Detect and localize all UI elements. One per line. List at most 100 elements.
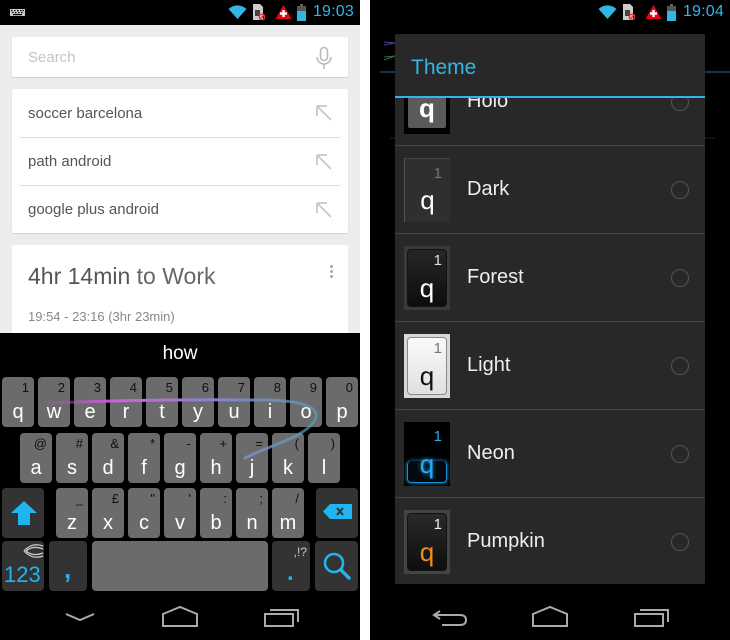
key-char: v [175, 512, 185, 534]
key-alt-char: # [75, 436, 83, 451]
comma-key[interactable]: , [49, 541, 87, 591]
fill-query-arrow-icon[interactable] [315, 201, 332, 218]
key-char: d [102, 457, 114, 479]
shift-key[interactable] [2, 488, 44, 538]
theme-name: Forest [467, 266, 524, 288]
theme-preview-dark: 1 q [404, 158, 450, 222]
key-f[interactable]: * f [128, 433, 160, 483]
key-char: s [67, 457, 77, 479]
period-key-alt: ,!? [293, 545, 307, 559]
home-icon[interactable] [530, 604, 570, 630]
theme-option-pumpkin[interactable]: 1 q Pumpkin [395, 498, 705, 584]
suggestion-item[interactable]: soccer barcelona [20, 89, 340, 137]
key-j[interactable]: = j [236, 433, 268, 483]
key-w[interactable]: 2w [38, 377, 70, 427]
key-char: k [283, 457, 293, 479]
key-l[interactable]: ) l [308, 433, 340, 483]
key-alt-char: 0 [345, 380, 353, 395]
key-alt-char: _ [75, 491, 83, 506]
key-k[interactable]: (k [272, 433, 304, 483]
key-char: b [210, 512, 222, 534]
backspace-key[interactable] [316, 488, 358, 538]
commute-card[interactable]: 4hr 14min to Work 19:54 - 23:16 (3hr 23m… [12, 245, 348, 345]
status-clock: 19:03 [312, 3, 354, 20]
theme-option-neon[interactable]: 1 q Neon [395, 410, 705, 498]
key-alt-char: £ [111, 491, 119, 506]
battery-icon [297, 4, 306, 21]
key-alt-char: 8 [273, 380, 281, 395]
key-char: c [139, 512, 149, 534]
key-char: r [122, 401, 130, 423]
theme-radio[interactable] [671, 533, 689, 551]
theme-dialog: Theme q Holo 1 q Dark 1 q Forest 1 q Lig… [395, 34, 705, 584]
theme-preview-forest: 1 q [404, 246, 450, 310]
key-b[interactable]: :b [200, 488, 232, 538]
fill-query-arrow-icon[interactable] [315, 104, 332, 121]
commute-title: 4hr 14min to Work [28, 263, 216, 290]
back-down-icon[interactable] [60, 604, 100, 630]
key-char: g [174, 457, 186, 479]
key-z[interactable]: _ z [56, 488, 88, 538]
key-alt-char: 2 [57, 380, 65, 395]
key-alt-char: & [110, 436, 119, 451]
key-m[interactable]: / m [272, 488, 304, 538]
commute-duration: 4hr 14min [28, 263, 131, 289]
key-y[interactable]: 6y [182, 377, 214, 427]
key-n[interactable]: ; n [236, 488, 268, 538]
suggestion-item[interactable]: google plus android [20, 185, 340, 233]
key-i[interactable]: 8i [254, 377, 286, 427]
back-icon[interactable] [430, 604, 470, 630]
theme-radio[interactable] [671, 357, 689, 375]
theme-name: Neon [467, 442, 515, 464]
key-o[interactable]: 9o [290, 377, 322, 427]
search-action-key[interactable] [315, 541, 358, 591]
battery-icon [667, 4, 676, 21]
swiftkey-logo-icon [23, 544, 44, 558]
home-icon[interactable] [160, 604, 200, 630]
key-x[interactable]: £ x [92, 488, 124, 538]
navigation-bar [0, 592, 360, 640]
alert-icon [645, 5, 662, 19]
theme-name: Dark [467, 178, 510, 200]
key-q[interactable]: 1q [2, 377, 34, 427]
key-a[interactable]: @ a [20, 433, 52, 483]
search-input[interactable] [12, 37, 302, 77]
key-t[interactable]: 5t [146, 377, 178, 427]
recents-icon[interactable] [632, 604, 672, 630]
key-g[interactable]: -g [164, 433, 196, 483]
theme-option-forest[interactable]: 1 q Forest [395, 234, 705, 322]
key-d[interactable]: & d [92, 433, 124, 483]
suggestion-item[interactable]: path android [20, 137, 340, 185]
dialog-header: Theme [395, 34, 705, 98]
key-e[interactable]: 3e [74, 377, 106, 427]
theme-radio[interactable] [671, 445, 689, 463]
key-alt-char: / [295, 491, 299, 506]
space-key[interactable] [92, 541, 268, 591]
theme-option-light[interactable]: 1 q Light [395, 322, 705, 410]
microphone-icon[interactable] [316, 47, 332, 69]
key-alt-char: : [223, 491, 227, 506]
theme-list[interactable]: q Holo 1 q Dark 1 q Forest 1 q Light 1 q… [395, 58, 705, 584]
period-key[interactable]: ,!? . [272, 541, 310, 591]
overflow-menu-icon[interactable] [330, 265, 334, 279]
key-p[interactable]: 0p [326, 377, 358, 427]
key-v[interactable]: ' v [164, 488, 196, 538]
prediction-bar[interactable]: how [0, 333, 360, 375]
wifi-icon [228, 5, 247, 19]
theme-radio[interactable] [671, 181, 689, 199]
key-h[interactable]: + h [200, 433, 232, 483]
status-bar: 19:04 [370, 0, 730, 25]
theme-option-dark[interactable]: 1 q Dark [395, 146, 705, 234]
recents-icon[interactable] [262, 604, 302, 630]
key-char: t [159, 401, 165, 423]
numbers-key[interactable]: 123 [2, 541, 44, 591]
key-u[interactable]: 7u [218, 377, 250, 427]
theme-radio[interactable] [671, 269, 689, 287]
key-s[interactable]: # s [56, 433, 88, 483]
key-alt-char: 4 [129, 380, 137, 395]
key-r[interactable]: 4r [110, 377, 142, 427]
fill-query-arrow-icon[interactable] [315, 153, 332, 170]
theme-name: Light [467, 354, 511, 376]
key-c[interactable]: " c [128, 488, 160, 538]
key-alt-char: @ [33, 436, 47, 451]
